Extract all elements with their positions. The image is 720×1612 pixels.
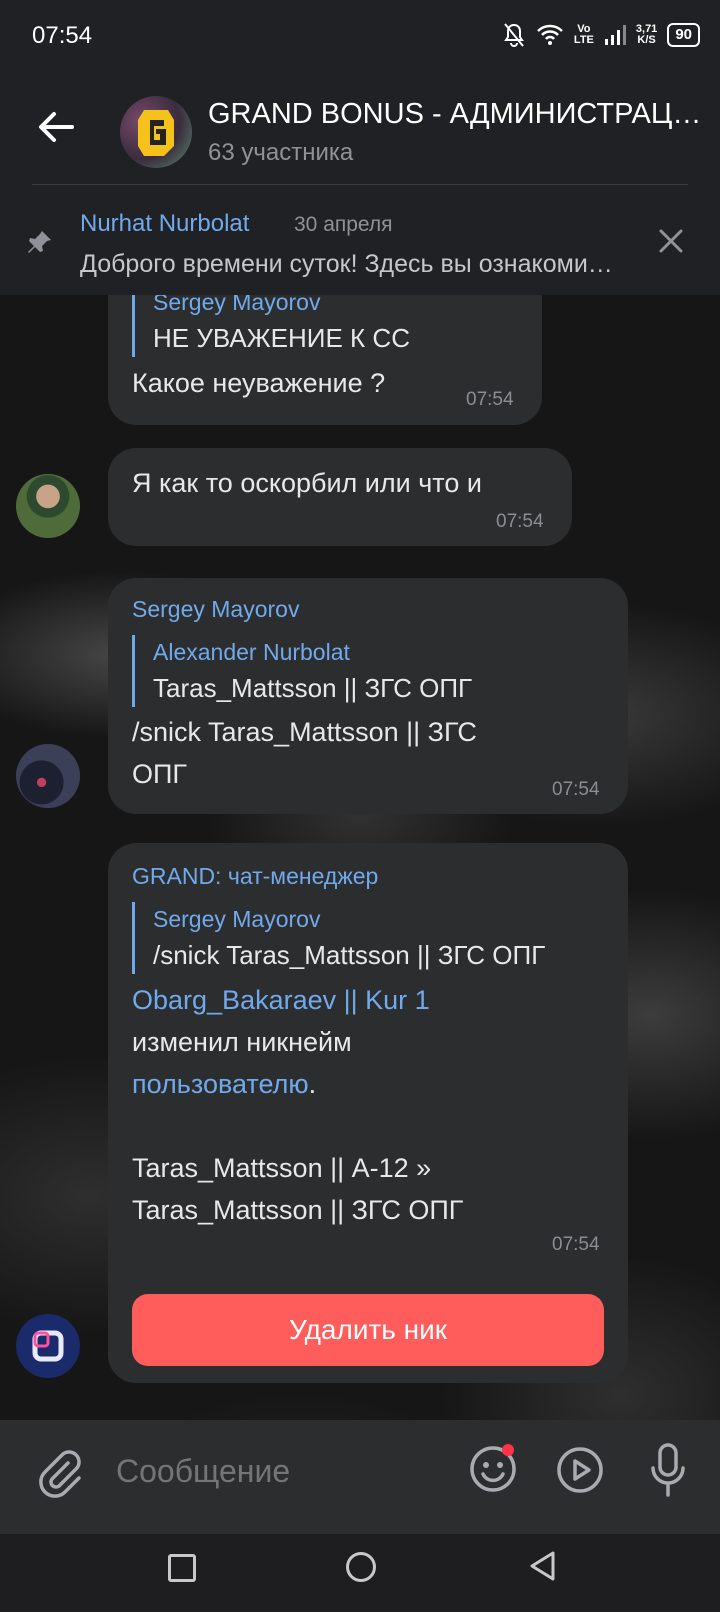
new-nick-line: Taras_Mattsson || ЗГС ОПГ — [132, 1195, 464, 1225]
volte-bottom: LTE — [573, 34, 594, 46]
changed-text: изменил никнейм — [132, 1027, 352, 1057]
microphone-icon[interactable] — [650, 1442, 686, 1498]
sender-name[interactable]: Sergey Mayorov — [132, 596, 299, 623]
message-time: 07:54 — [466, 389, 514, 410]
reply-author: Sergey Mayorov — [153, 906, 321, 932]
home-icon[interactable] — [346, 1552, 376, 1582]
reply-quote[interactable]: Sergey Mayorov /snick Taras_Mattsson || … — [132, 902, 545, 974]
message-time: 07:54 — [552, 1234, 600, 1255]
message-text-line: ОПГ — [132, 759, 188, 789]
reply-text: /snick Taras_Mattsson || ЗГС ОПГ — [153, 940, 546, 970]
back-arrow-icon[interactable] — [34, 105, 78, 149]
sender-name[interactable]: GRAND: чат-менеджер — [132, 863, 378, 890]
wifi-icon — [537, 24, 563, 45]
message-bubble[interactable]: Sergey Mayorov Alexander Nurbolat Taras_… — [108, 578, 628, 814]
mute-bell-icon — [504, 23, 524, 47]
reply-author: Alexander Nurbolat — [153, 639, 350, 665]
signal-icon — [604, 25, 626, 45]
chat-title[interactable]: GRAND BONUS - АДМИНИСТРАЦИЯ — [208, 98, 708, 131]
avatar[interactable] — [16, 744, 80, 808]
target-link[interactable]: пользователю — [132, 1069, 309, 1099]
sentence-dot: . — [308, 1069, 317, 1099]
pinned-text: Доброго времени суток! Здесь вы ознакоми… — [80, 250, 620, 278]
message-time: 07:54 — [552, 779, 600, 800]
delete-nick-button[interactable]: Удалить ник — [132, 1294, 604, 1366]
reply-text: НЕ УВАЖЕНИЕ К СС — [153, 323, 410, 353]
status-icons: Vo LTE 3,71 K/S 90 — [502, 20, 700, 50]
message-bubble[interactable]: Sergey Mayorov НЕ УВАЖЕНИЕ К СС Какое не… — [108, 295, 542, 425]
old-nick-line: Taras_Mattsson || А-12 » — [132, 1153, 432, 1183]
reply-quote[interactable]: Alexander Nurbolat Taras_Mattsson || ЗГС… — [132, 635, 472, 707]
close-icon[interactable] — [654, 224, 688, 258]
status-time: 07:54 — [32, 22, 93, 49]
reply-author: Sergey Mayorov — [153, 295, 321, 315]
members-count: 63 участника — [208, 139, 354, 166]
nav-back-icon[interactable] — [528, 1550, 558, 1582]
pinned-date: 30 апреля — [294, 213, 393, 236]
notification-dot — [502, 1444, 514, 1456]
network-speed: 3,71 K/S — [636, 24, 657, 46]
video-message-icon[interactable] — [556, 1446, 604, 1494]
group-avatar[interactable] — [120, 96, 192, 168]
avatar[interactable] — [16, 474, 80, 538]
grand-logo-icon — [138, 110, 174, 156]
message-text-line: /snick Taras_Mattsson || ЗГС — [132, 717, 477, 747]
reply-text: Taras_Mattsson || ЗГС ОПГ — [153, 673, 473, 703]
battery-indicator: 90 — [667, 23, 700, 47]
message-text: Я как то оскорбил или что и — [132, 468, 482, 498]
message-bubble[interactable]: Я как то оскорбил или что и 07:54 — [108, 448, 572, 546]
speed-unit: K/S — [637, 34, 656, 46]
message-text: Какое неуважение ? — [132, 368, 386, 398]
pinned-author: Nurhat Nurbolat — [80, 210, 250, 237]
avatar[interactable] — [16, 1314, 80, 1378]
pin-icon — [28, 231, 51, 253]
message-body: Obarg_Bakaraev || Kur 1 изменил никнейм … — [132, 979, 612, 1231]
bot-logo-icon — [32, 1330, 64, 1362]
paperclip-icon[interactable] — [36, 1445, 82, 1501]
chat-area[interactable]: Sergey Mayorov НЕ УВАЖЕНИЕ К СС Какое не… — [0, 295, 720, 1420]
message-input[interactable] — [114, 1452, 418, 1491]
user-link[interactable]: Obarg_Bakaraev || Kur 1 — [132, 985, 430, 1015]
message-time: 07:54 — [496, 511, 544, 532]
recent-apps-icon[interactable] — [168, 1554, 196, 1582]
reply-quote[interactable]: Sergey Mayorov НЕ УВАЖЕНИЕ К СС — [132, 295, 410, 357]
volte-icon: Vo LTE — [574, 24, 594, 46]
